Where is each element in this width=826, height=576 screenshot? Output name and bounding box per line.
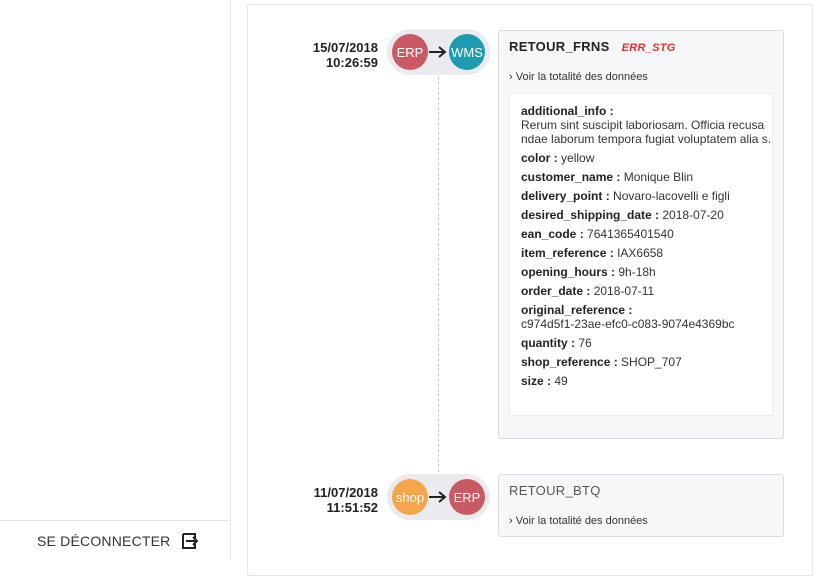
data-field: desired_shipping_date : 2018-07-20 (521, 208, 772, 222)
target-label: WMS (451, 44, 483, 60)
data-field-value: yellow (561, 151, 595, 165)
show-all-data-link[interactable]: › Voir la totalité des données (509, 71, 648, 83)
data-field-value: 7641365401540 (587, 227, 674, 241)
arrow-right-icon (429, 491, 447, 503)
target-node: WMS (449, 34, 485, 70)
data-field-value: IAX6658 (617, 246, 664, 260)
error-badge: ERR_STG (621, 42, 676, 54)
logout-label: SE DÉCONNECTER (37, 532, 171, 549)
data-field-key: delivery_point : (521, 189, 610, 203)
data-field: item_reference : IAX6658 (521, 246, 772, 260)
event-date: 11/07/2018 (313, 485, 378, 500)
data-field: color : yellow (521, 151, 772, 165)
data-field-key: additional_info : (521, 104, 614, 118)
data-field: delivery_point : Novaro-lacovelli e figl… (521, 189, 772, 203)
data-field-value: Rerum sint suscipit laboriosam. Officia … (521, 118, 772, 146)
sidebar: SE DÉCONNECTER (0, 0, 231, 560)
timeline-connector (438, 72, 439, 477)
data-field-key: desired_shipping_date : (521, 208, 660, 222)
data-field: order_date : 2018-07-11 (521, 284, 772, 298)
data-field-key: quantity : (521, 336, 575, 350)
data-field: opening_hours : 9h-18h (521, 265, 772, 279)
data-field-value: 76 (578, 336, 592, 350)
event-data-box: additional_info : Rerum sint suscipit lab… (509, 93, 773, 416)
data-field: customer_name : Monique Blin (521, 170, 772, 184)
source-label: ERP (396, 44, 424, 60)
data-field-key: ean_code : (521, 227, 584, 241)
data-field-key: size : (521, 374, 552, 388)
data-field-value: 9h-18h (618, 265, 656, 279)
data-field-key: original_reference : (521, 303, 633, 317)
event-title-text: RETOUR_BTQ (509, 483, 601, 498)
event-title: RETOUR_FRNS ERR_STG (509, 39, 676, 54)
data-field: quantity : 76 (521, 336, 772, 350)
show-all-data-link[interactable]: › Voir la totalité des données (509, 515, 648, 527)
data-field-value: Monique Blin (623, 170, 694, 184)
source-node: shop (392, 479, 428, 515)
event-route: shop ERP (387, 474, 490, 520)
data-field-value: Novaro-lacovelli e figli (613, 189, 730, 203)
data-field: size : 49 (521, 374, 772, 388)
data-field-key: color : (521, 151, 558, 165)
event-route: ERP WMS (387, 29, 490, 75)
data-field: shop_reference : SHOP_707 (521, 355, 772, 369)
event-card: RETOUR_BTQ › Voir la totalité des donnée… (498, 474, 784, 537)
data-field-key: order_date : (521, 284, 591, 298)
data-field: ean_code : 7641365401540 (521, 227, 772, 241)
data-field: original_reference : c974d5f1-23ae-efc0-c… (521, 303, 772, 331)
data-field-value: SHOP_707 (621, 355, 682, 369)
data-field-key: customer_name : (521, 170, 621, 184)
target-label: ERP (453, 489, 481, 505)
event-time: 10:26:59 (325, 55, 378, 70)
event-date: 15/07/2018 (312, 40, 378, 55)
data-field-key: shop_reference : (521, 355, 618, 369)
logout-button[interactable]: SE DÉCONNECTER (0, 520, 230, 560)
source-label: shop (395, 489, 425, 505)
event-card: RETOUR_FRNS ERR_STG › Voir la totalité de… (498, 30, 784, 439)
data-field-key: opening_hours : (521, 265, 615, 279)
target-node: ERP (449, 479, 485, 515)
logout-icon (180, 531, 200, 551)
event-timestamp: 11/07/2018 11:51:52 (238, 485, 378, 515)
event-title-text: RETOUR_FRNS (509, 39, 610, 54)
event-timestamp: 15/07/2018 10:26:59 (238, 40, 378, 70)
data-field-value: 2018-07-20 (662, 208, 724, 222)
data-field-value: c974d5f1-23ae-efc0-c083-9074e4369bc (521, 317, 735, 331)
source-node: ERP (392, 34, 428, 70)
data-field-key: item_reference : (521, 246, 614, 260)
event-time: 11:51:52 (326, 500, 378, 515)
data-field-value: 49 (554, 374, 568, 388)
event-title: RETOUR_BTQ (509, 483, 601, 498)
arrow-right-icon (429, 46, 447, 58)
data-field: additional_info : Rerum sint suscipit lab… (521, 104, 772, 146)
data-field-value: 2018-07-11 (593, 284, 655, 298)
